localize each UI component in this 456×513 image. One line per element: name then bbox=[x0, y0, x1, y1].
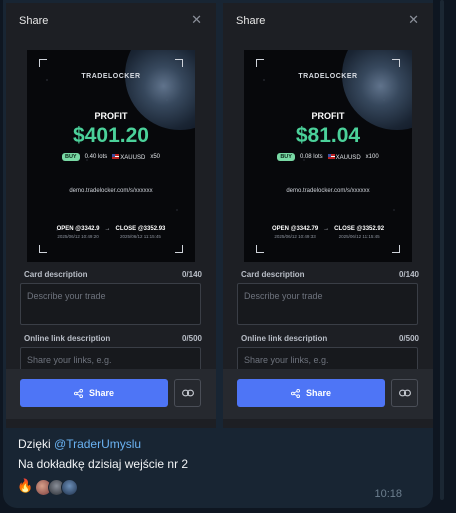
card-description-count: 0/140 bbox=[181, 270, 202, 279]
fire-emoji[interactable]: 🔥 bbox=[17, 478, 33, 496]
symbol: XAUUSD bbox=[335, 154, 361, 161]
leverage: x100 bbox=[365, 154, 379, 160]
card-description-count: 0/140 bbox=[398, 270, 419, 279]
message-text: Dzięki bbox=[18, 437, 55, 451]
frame-corner bbox=[256, 59, 264, 67]
symbol: XAUUSD bbox=[120, 154, 146, 161]
chat-view: Share ✕ TRADELOCKER PROFIT $401.20 BUY 0… bbox=[0, 0, 456, 513]
message-line-2: Na dokładkę dzisiaj wejście nr 2 bbox=[18, 457, 189, 471]
close-block: CLOSE @3352.93 2025/06/12 11:15:45 bbox=[116, 226, 166, 239]
share-link: demo.tradelocker.com/s/xxxxxx bbox=[286, 188, 370, 194]
panel-footer: Share bbox=[6, 369, 216, 419]
trade-details: BUY 0.08 lots XAUUSD x100 bbox=[244, 153, 412, 161]
panel-title: Share bbox=[19, 15, 49, 27]
share-button[interactable]: Share bbox=[20, 379, 168, 407]
profit-value: $81.04 bbox=[295, 124, 361, 147]
close-icon[interactable]: ✕ bbox=[191, 13, 202, 28]
profit-value: $401.20 bbox=[73, 124, 149, 147]
arrow-right-icon: → bbox=[323, 226, 330, 232]
close-price: CLOSE @3352.93 bbox=[115, 226, 166, 232]
frame-corner bbox=[175, 59, 183, 67]
scrollbar[interactable] bbox=[440, 0, 444, 500]
close-block: CLOSE @3352.92 2025/06/12 11:15:45 bbox=[334, 226, 384, 239]
panel-bottom bbox=[223, 420, 433, 428]
trade-card: TRADELOCKER PROFIT $401.20 BUY 0.40 lots… bbox=[27, 50, 195, 262]
reaction-bar[interactable]: 🔥 bbox=[17, 478, 79, 496]
panel-title: Share bbox=[236, 15, 266, 27]
open-close-row: OPEN @3342.79 2025/06/12 10:49:33 → CLOS… bbox=[244, 226, 412, 239]
share-button-label: Share bbox=[88, 388, 114, 398]
online-link-label: Online link description bbox=[241, 334, 328, 343]
close-date: 2025/06/12 11:15:45 bbox=[119, 234, 161, 239]
us-flag-icon bbox=[327, 153, 335, 159]
share-panel-1: Share ✕ TRADELOCKER PROFIT $401.20 BUY 0… bbox=[6, 3, 216, 428]
message-bubble[interactable]: Share ✕ TRADELOCKER PROFIT $401.20 BUY 0… bbox=[3, 0, 433, 508]
share-button[interactable]: Share bbox=[237, 379, 385, 407]
frame-corner bbox=[256, 245, 264, 253]
open-price: OPEN @3342.79 bbox=[271, 226, 319, 232]
profit-label: PROFIT bbox=[94, 111, 128, 121]
trade-details: BUY 0.40 lots XAUUSD x50 bbox=[27, 153, 195, 161]
open-block: OPEN @3342.79 2025/06/12 10:49:33 bbox=[272, 226, 318, 239]
panel-bottom bbox=[6, 420, 216, 428]
online-link-label: Online link description bbox=[24, 334, 111, 343]
close-icon[interactable]: ✕ bbox=[408, 13, 419, 28]
share-icon bbox=[290, 388, 300, 398]
us-flag-icon bbox=[112, 153, 120, 159]
open-date: 2025/06/12 10:49:20 bbox=[57, 234, 99, 239]
arrow-right-icon: → bbox=[104, 226, 111, 232]
mention-link[interactable]: @TraderUmyslu bbox=[54, 437, 141, 451]
close-price: CLOSE @3352.92 bbox=[334, 226, 385, 232]
frame-corner bbox=[392, 59, 400, 67]
online-link-count: 0/500 bbox=[398, 334, 419, 343]
frame-corner bbox=[392, 245, 400, 253]
link-icon bbox=[181, 389, 194, 397]
share-button-label: Share bbox=[305, 388, 331, 398]
close-date: 2025/06/12 11:15:45 bbox=[338, 234, 380, 239]
frame-corner bbox=[39, 59, 47, 67]
share-link: demo.tradelocker.com/s/xxxxxx bbox=[69, 188, 153, 194]
lots: 0.40 lots bbox=[84, 154, 108, 160]
symbol-group: XAUUSD bbox=[327, 153, 361, 161]
panel-footer: Share bbox=[223, 369, 433, 419]
online-link-count: 0/500 bbox=[181, 334, 202, 343]
copy-link-button[interactable] bbox=[391, 379, 418, 407]
message-line-1: Dzięki @TraderUmyslu bbox=[18, 437, 141, 451]
profit-label: PROFIT bbox=[311, 111, 345, 121]
avatar bbox=[61, 478, 79, 496]
share-icon bbox=[73, 388, 83, 398]
card-description-input[interactable]: Describe your trade bbox=[237, 283, 418, 325]
trade-card: TRADELOCKER PROFIT $81.04 BUY 0.08 lots … bbox=[244, 50, 412, 262]
lots: 0.08 lots bbox=[299, 154, 323, 160]
frame-corner bbox=[175, 245, 183, 253]
open-close-row: OPEN @3342.9 2025/06/12 10:49:20 → CLOSE… bbox=[27, 226, 195, 239]
card-description-label: Card description bbox=[241, 270, 305, 279]
open-block: OPEN @3342.9 2025/06/12 10:49:20 bbox=[57, 226, 100, 239]
link-icon bbox=[398, 389, 411, 397]
message-time: 10:18 bbox=[374, 488, 402, 500]
symbol-group: XAUUSD bbox=[112, 153, 146, 161]
leverage: x50 bbox=[150, 154, 160, 160]
tradelocker-logo: TRADELOCKER bbox=[81, 73, 141, 80]
buy-badge: BUY bbox=[61, 153, 80, 161]
tradelocker-logo: TRADELOCKER bbox=[298, 73, 358, 80]
card-description-label: Card description bbox=[24, 270, 88, 279]
open-price: OPEN @3342.9 bbox=[56, 226, 100, 232]
copy-link-button[interactable] bbox=[174, 379, 201, 407]
card-description-input[interactable]: Describe your trade bbox=[20, 283, 201, 325]
frame-corner bbox=[39, 245, 47, 253]
buy-badge: BUY bbox=[277, 153, 295, 161]
open-date: 2025/06/12 10:49:33 bbox=[274, 234, 316, 239]
share-panel-2: Share ✕ TRADELOCKER PROFIT $81.04 BUY 0.… bbox=[223, 3, 433, 428]
